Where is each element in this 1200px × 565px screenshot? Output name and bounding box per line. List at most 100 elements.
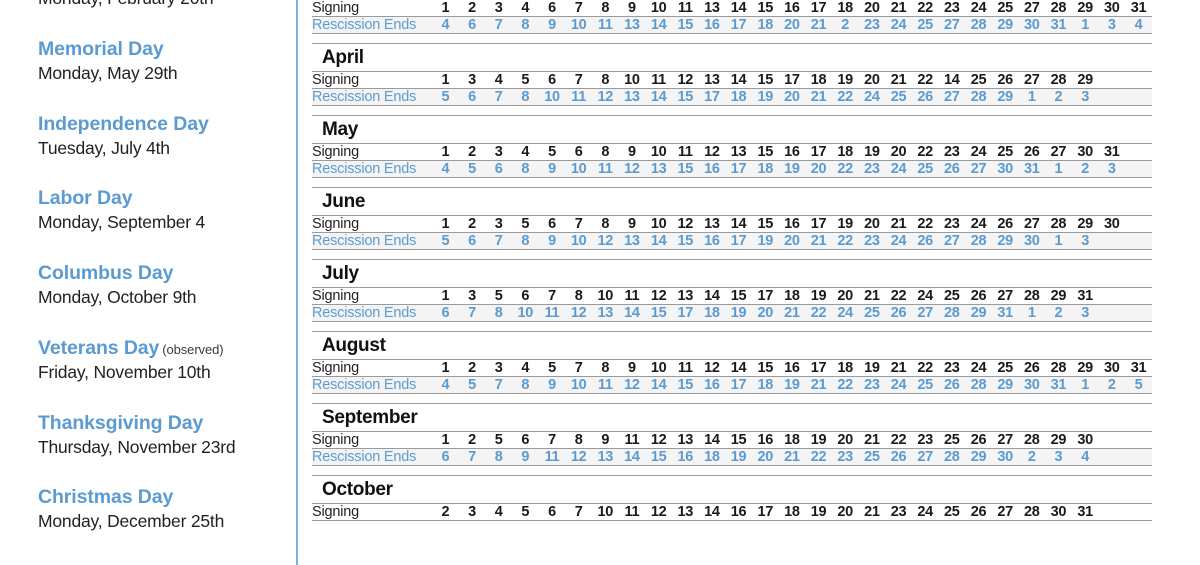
rescission-date-cell: 2 <box>1018 448 1046 466</box>
signing-date-cell: 25 <box>991 0 1019 17</box>
signing-date-cell: 4 <box>511 0 539 17</box>
signing-date-cell: 27 <box>991 287 1019 305</box>
rescission-date-cell: 6 <box>485 160 512 178</box>
signing-date-cell: 11 <box>671 0 699 17</box>
month-header-cell: May <box>312 115 1152 144</box>
signing-date-cell: 19 <box>831 215 859 233</box>
signing-date-cell: 10 <box>645 143 672 161</box>
signing-date-cell: 1 <box>432 359 459 377</box>
signing-date-cell: 2 <box>432 503 459 521</box>
rescission-date-cell: 20 <box>778 232 806 250</box>
signing-date-cell: 1 <box>432 143 459 161</box>
rescission-date-cell: 14 <box>645 88 672 106</box>
signing-date-cell: 6 <box>538 71 566 89</box>
month-name: July <box>322 263 359 284</box>
rescission-date-cell: 16 <box>698 160 726 178</box>
rescission-date-cell: 23 <box>858 232 886 250</box>
holiday-entry: Monday, February 20th <box>38 0 296 10</box>
rescission-date-cell: 26 <box>885 304 912 322</box>
rescission-date-cell: 11 <box>538 304 566 322</box>
rescission-date-cell: 28 <box>965 16 992 34</box>
rescission-date-cell: 29 <box>991 88 1019 106</box>
rescission-date-cell: 2 <box>1098 376 1126 394</box>
signing-date-cell: 10 <box>591 503 619 521</box>
rescission-date-cell: 19 <box>751 232 779 250</box>
signing-date-cell: 15 <box>725 431 752 449</box>
signing-date-row: Signing 1 3 4 5 6 7 8 10 11 12 13 14 15 17 18 19 20 21 22 14… <box>312 71 1152 89</box>
signing-date-cell: 15 <box>751 71 779 89</box>
rescission-date-cell: 18 <box>725 88 752 106</box>
holiday-date: Monday, October 9th <box>38 287 197 307</box>
signing-label: Signing <box>312 503 432 521</box>
signing-date-cell: 7 <box>565 215 592 233</box>
rescission-date-cell: 26 <box>911 232 939 250</box>
rescission-date-cell: 13 <box>591 304 619 322</box>
rescission-date-cell: 16 <box>698 232 726 250</box>
rescission-date-cell: 26 <box>938 160 966 178</box>
signing-date-cell: 17 <box>751 287 779 305</box>
signing-date-cell: 4 <box>485 503 512 521</box>
signing-date-cell: 26 <box>965 431 992 449</box>
rescission-date-cell: 23 <box>858 160 886 178</box>
rescission-date-cell: 2 <box>1045 88 1072 106</box>
rescission-date-cell: 5 <box>458 376 486 394</box>
rescission-date-cell: 6 <box>458 16 486 34</box>
signing-date-cell <box>1125 287 1152 305</box>
rescission-date-cell: 24 <box>885 376 912 394</box>
rescission-date-cell: 19 <box>778 376 806 394</box>
signing-date-cell: 9 <box>618 215 646 233</box>
signing-date-cell: 11 <box>671 143 699 161</box>
rescission-date-cell: 1 <box>1071 376 1099 394</box>
holiday-entry: Labor Day Monday, September 4 <box>38 187 296 234</box>
rescission-date-cell: 31 <box>1018 160 1046 178</box>
rescission-date-cell: 24 <box>858 88 886 106</box>
signing-date-cell: 6 <box>511 431 539 449</box>
rescission-date-cell: 7 <box>458 448 486 466</box>
month-spacer <box>312 33 1152 44</box>
signing-date-cell: 23 <box>938 215 966 233</box>
rescission-date-cell: 20 <box>751 304 779 322</box>
rescission-date-cell <box>1125 88 1152 106</box>
signing-date-cell: 3 <box>485 215 512 233</box>
signing-date-cell: 22 <box>911 359 939 377</box>
rescission-date-cell: 16 <box>671 448 699 466</box>
rescission-date-cell: 31 <box>1045 376 1072 394</box>
holiday-note: (observed) <box>162 341 224 357</box>
signing-date-cell: 30 <box>1098 0 1126 17</box>
month-header-cell: October <box>312 475 1152 504</box>
rescission-end-row: Rescission Ends 4 5 6 8 9 10 11 12 13 15 16 17 18 19 20… <box>312 160 1152 178</box>
signing-date-cell: 4 <box>511 143 539 161</box>
rescission-date-cell: 15 <box>671 88 699 106</box>
rescission-date-cell: 17 <box>725 376 752 394</box>
signing-date-cell: 3 <box>458 287 486 305</box>
rescission-date-cell: 15 <box>645 304 672 322</box>
signing-date-cell: 14 <box>725 71 752 89</box>
signing-date-cell: 10 <box>591 287 619 305</box>
holiday-date: Thursday, November 23rd <box>38 436 236 457</box>
rescission-date-cell: 18 <box>698 304 726 322</box>
signing-date-cell: 2 <box>458 0 486 17</box>
rescission-date-cell: 7 <box>485 16 512 34</box>
signing-date-cell: 10 <box>645 359 672 377</box>
signing-date-cell: 24 <box>965 215 992 233</box>
signing-date-cell: 20 <box>858 71 886 89</box>
signing-date-cell: 1 <box>432 287 459 305</box>
rescission-date-cell: 21 <box>805 376 832 394</box>
rescission-label: Rescission Ends <box>312 376 432 394</box>
signing-date-cell: 15 <box>751 359 779 377</box>
signing-date-cell: 31 <box>1098 143 1126 161</box>
rescission-date-cell: 6 <box>432 304 459 322</box>
rescission-date-cell: 4 <box>432 376 459 394</box>
rescission-end-row: Rescission Ends 5 6 7 8 9 10 12 13 14 15 16 17 19 20 21… <box>312 232 1152 250</box>
signing-date-cell: 27 <box>1045 143 1072 161</box>
rescission-label: Rescission Ends <box>312 232 432 250</box>
signing-label: Signing <box>312 71 432 89</box>
signing-date-cell: 20 <box>858 215 886 233</box>
signing-date-cell: 26 <box>991 71 1019 89</box>
signing-date-cell: 19 <box>805 503 832 521</box>
signing-date-cell: 12 <box>671 71 699 89</box>
signing-date-cell: 31 <box>1125 359 1152 377</box>
signing-date-cell: 12 <box>698 359 726 377</box>
signing-date-cell: 2 <box>458 431 486 449</box>
signing-date-cell: 14 <box>698 287 726 305</box>
